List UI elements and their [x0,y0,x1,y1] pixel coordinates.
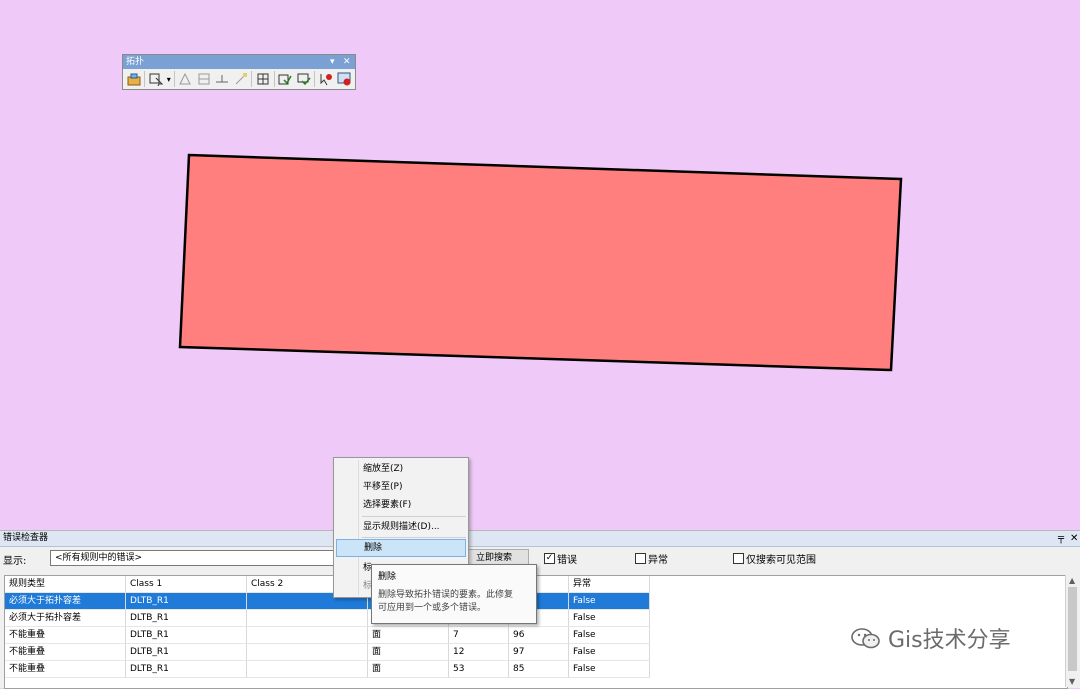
toolbar-separator [273,71,275,87]
tooltip-body-line1: 删除导致拓扑错误的要素。此修复 [378,590,514,600]
edge-modify-icon[interactable] [214,71,229,87]
tooltip-title: 删除 [378,572,397,582]
cell-shape: 面 [368,627,449,644]
toolbar-title: 拓扑 [126,57,145,67]
cell-class1: DLTB_R1 [126,661,247,678]
cell-exception: False [569,610,650,627]
exceptions-checkbox-box[interactable] [635,553,646,564]
exceptions-checkbox-label: 异常 [648,555,668,566]
cell-feature2: 85 [509,661,569,678]
cell-class1: DLTB_R1 [126,593,247,610]
fix-topology-error-icon[interactable] [318,71,333,87]
menu-separator [362,537,466,538]
menu-separator [362,516,466,517]
cell-exception: False [569,627,650,644]
menu-item-delete[interactable]: 删除 [336,539,466,557]
validate-extent-icon[interactable] [296,71,311,87]
cell-rule-type: 不能重叠 [5,661,126,678]
scroll-up-icon[interactable]: ▲ [1069,576,1075,585]
toolbar-dropdown-icon[interactable]: ▾ [330,55,335,69]
topology-manager-icon[interactable] [126,71,141,87]
tooltip-body-line2: 可应用到一个或多个错误。 [378,603,487,613]
cell-class1: DLTB_R1 [126,610,247,627]
shared-features-icon[interactable] [255,71,270,87]
toolbar-separator [314,71,316,87]
cell-exception: False [569,644,650,661]
errors-checkbox-box[interactable]: ✓ [544,553,555,564]
show-dropdown[interactable]: <所有规则中的错误> [50,550,341,566]
menu-item-select-features[interactable]: 选择要素(F) [336,496,466,514]
cell-class2 [247,610,368,627]
cell-class1: DLTB_R1 [126,644,247,661]
toolbar-separator [173,71,175,87]
cell-shape: 面 [368,661,449,678]
error-inspector-icon[interactable] [337,71,352,87]
cell-exception: False [569,661,650,678]
cell-feature2: 97 [509,644,569,661]
errors-checkbox-label: 错误 [557,555,577,566]
scroll-down-icon[interactable]: ▼ [1069,677,1075,686]
cell-feature1: 7 [449,627,509,644]
reshape-edge-icon[interactable] [233,71,248,87]
panel-close-icon[interactable]: ✕ [1070,531,1078,546]
delete-tooltip: 删除 删除导致拓扑错误的要素。此修复 可应用到一个或多个错误。 [371,564,537,624]
cell-class2 [247,627,368,644]
pin-icon[interactable]: ╤ [1058,531,1064,546]
visible-extent-checkbox-box[interactable] [733,553,744,564]
cell-rule-type: 必须大于拓扑容差 [5,593,126,610]
scroll-thumb[interactable] [1068,587,1077,671]
topology-toolbar: 拓扑 ▾ ✕ ▾ [122,54,356,90]
cell-exception: False [569,593,650,610]
column-header-rule-type[interactable]: 规则类型 [5,576,126,593]
show-label: 显示: [3,556,27,567]
errors-checkbox[interactable]: ✓ 错误 [544,551,577,566]
cell-rule-type: 不能重叠 [5,644,126,661]
toolbar-titlebar[interactable]: 拓扑 ▾ ✕ [123,55,355,69]
validate-topology-icon[interactable] [278,71,293,87]
cell-class2 [247,644,368,661]
column-header-exception[interactable]: 异常 [569,576,650,593]
panel-controls-row: 显示: <所有规则中的错误> 立即搜索 ✓ 错误 异常 仅搜索可见范围 [0,547,1080,569]
panel-titlebar[interactable]: 错误检查器 ╤ ✕ [0,531,1080,547]
menu-item-pan-to[interactable]: 平移至(P) [336,478,466,496]
cell-rule-type: 必须大于拓扑容差 [5,610,126,627]
table-row[interactable]: 不能重叠 DLTB_R1 面 53 85 False [5,661,1067,678]
wechat-icon [851,628,880,649]
visible-extent-checkbox[interactable]: 仅搜索可见范围 [733,551,816,566]
exceptions-checkbox[interactable]: 异常 [635,551,668,566]
toolbar-close-icon[interactable]: ✕ [343,55,351,69]
cell-shape: 面 [368,644,449,661]
table-scrollbar[interactable]: ▲ ▼ [1065,575,1080,687]
cell-feature1: 12 [449,644,509,661]
cell-feature2: 96 [509,627,569,644]
menu-item-show-rule-description[interactable]: 显示规则描述(D)... [336,518,466,536]
cell-feature1: 53 [449,661,509,678]
watermark-text: Gis技术分享 [888,628,1011,653]
panel-title: 错误检查器 [3,533,49,543]
column-header-class1[interactable]: Class 1 [126,576,247,593]
toolbar-separator [144,71,146,87]
select-topology-icon[interactable] [148,71,164,87]
cell-rule-type: 不能重叠 [5,627,126,644]
construct-features-icon[interactable] [178,71,193,87]
planarize-icon[interactable] [196,71,211,87]
cell-class2 [247,661,368,678]
watermark: Gis技术分享 [850,622,1011,654]
toolbar-separator [251,71,253,87]
menu-item-zoom-to[interactable]: 缩放至(Z) [336,460,466,478]
toolbar-dropdown-caret[interactable]: ▾ [167,75,171,84]
error-inspector-panel: 错误检查器 ╤ ✕ 显示: <所有规则中的错误> 立即搜索 ✓ 错误 异常 仅搜… [0,530,1080,689]
visible-extent-checkbox-label: 仅搜索可见范围 [746,555,816,566]
error-polygon[interactable] [178,153,903,372]
cell-class1: DLTB_R1 [126,627,247,644]
